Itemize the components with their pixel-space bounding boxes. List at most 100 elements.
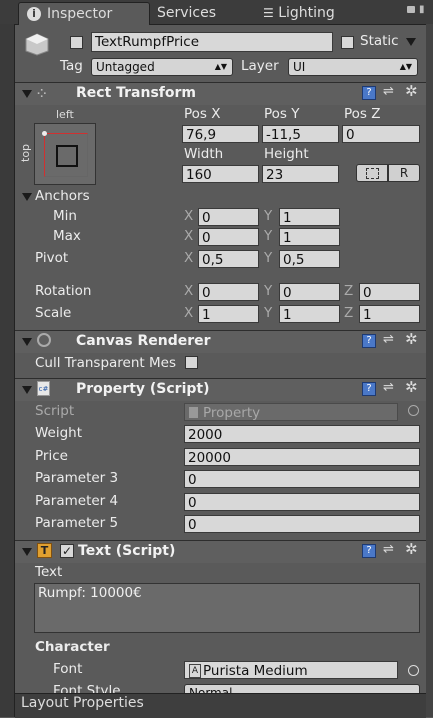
gear-icon[interactable]: ✲ <box>405 82 418 100</box>
gear-icon[interactable]: ✲ <box>405 378 418 396</box>
layer-value: UI <box>293 60 306 74</box>
max-y-label: Y <box>264 228 273 244</box>
gear-icon[interactable]: ✲ <box>405 540 418 558</box>
static-checkbox[interactable] <box>341 36 354 49</box>
script-icon: c# <box>37 381 50 396</box>
cull-transparent-checkbox[interactable] <box>185 356 198 369</box>
anchors-foldout-icon[interactable] <box>22 193 32 201</box>
rot-z-field[interactable]: 0 <box>359 283 420 301</box>
script-file-icon <box>189 407 198 418</box>
text-enabled-checkbox[interactable]: ✓ <box>60 544 74 558</box>
parameter-5-field[interactable]: 0 <box>184 515 420 533</box>
tag-dropdown[interactable]: Untagged ▲▼ <box>91 58 233 76</box>
min-y-field[interactable]: 1 <box>279 208 340 226</box>
tab-lighting[interactable]: ☰ Lighting <box>263 2 335 24</box>
width-field[interactable]: 160 <box>182 165 259 183</box>
pos-x-field[interactable]: 76,9 <box>182 125 259 143</box>
rot-x-field[interactable]: 0 <box>198 283 259 301</box>
pos-z-field[interactable]: 0 <box>342 125 420 143</box>
preset-icon[interactable]: ⇌ <box>383 84 394 99</box>
min-x-field[interactable]: 0 <box>198 208 259 226</box>
object-picker-icon[interactable] <box>408 665 419 676</box>
help-icon[interactable]: ? <box>362 544 376 558</box>
static-dropdown-icon[interactable] <box>406 38 416 46</box>
canvas-renderer-title: Canvas Renderer <box>76 333 211 349</box>
layout-properties-bar[interactable]: Layout Properties <box>15 693 426 718</box>
cull-transparent-label: Cull Transparent Mes <box>35 355 176 371</box>
anchor-presets-button[interactable] <box>34 123 96 185</box>
weight-field[interactable]: 2000 <box>184 425 420 443</box>
layout-properties-label: Layout Properties <box>21 695 144 711</box>
active-checkbox[interactable] <box>70 36 83 49</box>
pivot-label: Pivot <box>35 250 69 266</box>
preset-icon[interactable]: ⇌ <box>383 542 394 557</box>
tag-label: Tag <box>60 58 83 74</box>
parameter-3-field[interactable]: 0 <box>184 470 420 488</box>
text-component-icon: T <box>37 543 52 558</box>
max-x-field[interactable]: 0 <box>198 228 259 246</box>
property-script-title: Property (Script) <box>76 381 210 397</box>
script-value: Property <box>203 405 261 421</box>
scale-z-field[interactable]: 1 <box>359 305 420 323</box>
text-area[interactable]: Rumpf: 10000€ <box>34 583 420 633</box>
price-field[interactable]: 20000 <box>184 448 420 466</box>
help-icon[interactable]: ? <box>362 86 376 100</box>
help-icon[interactable]: ? <box>362 334 376 348</box>
layer-dropdown[interactable]: UI ▲▼ <box>288 58 418 76</box>
scale-x-field[interactable]: 1 <box>198 305 259 323</box>
collapse-icon[interactable] <box>22 90 32 98</box>
parameter-4-label: Parameter 4 <box>35 493 119 509</box>
pos-z-label: Pos Z <box>344 106 381 122</box>
pos-y-label: Pos Y <box>264 106 300 122</box>
tab-inspector[interactable]: i Inspector <box>18 2 150 25</box>
preset-icon[interactable]: ⇌ <box>383 380 394 395</box>
object-name-field[interactable]: TextRumpfPrice <box>91 32 333 52</box>
collapse-icon[interactable] <box>22 548 32 556</box>
blueprint-mode-button[interactable] <box>356 164 388 182</box>
scrollbar[interactable] <box>426 24 433 717</box>
object-picker-icon[interactable] <box>408 405 419 416</box>
weight-label: Weight <box>35 425 83 441</box>
blueprint-icon <box>366 168 379 179</box>
rect-transform-title: Rect Transform <box>76 85 197 101</box>
dropdown-arrow-icon: ▲▼ <box>399 62 412 71</box>
lock-icon[interactable] <box>407 6 415 13</box>
anchor-point <box>42 131 47 136</box>
help-icon[interactable]: ? <box>362 382 376 396</box>
raw-edit-button[interactable]: R <box>388 164 420 182</box>
pivot-y-field[interactable]: 0,5 <box>279 250 340 268</box>
min-x-label: X <box>184 208 194 224</box>
price-label: Price <box>35 448 68 464</box>
pos-y-field[interactable]: -11,5 <box>262 125 339 143</box>
max-y-field[interactable]: 1 <box>279 228 340 246</box>
script-field: Property <box>184 403 398 421</box>
text-label: Text <box>35 564 63 580</box>
collapse-icon[interactable] <box>22 386 32 394</box>
gameobject-icon <box>24 32 50 56</box>
rot-z-label: Z <box>344 283 354 299</box>
menu-icon[interactable]: ▮ <box>419 4 425 15</box>
scale-y-field[interactable]: 1 <box>279 305 340 323</box>
height-field[interactable]: 23 <box>262 165 339 183</box>
collapse-icon[interactable] <box>22 338 32 346</box>
scale-label: Scale <box>35 305 72 321</box>
pivot-x-field[interactable]: 0,5 <box>198 250 259 268</box>
scale-y-label: Y <box>264 305 273 321</box>
gear-icon[interactable]: ✲ <box>405 330 418 348</box>
left-panel-edge <box>0 24 15 717</box>
scale-x-label: X <box>184 305 194 321</box>
text-script-title: Text (Script) <box>78 543 176 559</box>
canvas-renderer-icon <box>37 333 51 347</box>
min-y-label: Y <box>264 208 273 224</box>
font-label: Font <box>53 661 83 677</box>
parameter-4-field[interactable]: 0 <box>184 493 420 511</box>
font-field[interactable]: A Purista Medium <box>184 661 398 679</box>
rot-y-field[interactable]: 0 <box>279 283 340 301</box>
preset-icon[interactable]: ⇌ <box>383 332 394 347</box>
tab-services[interactable]: Services <box>157 2 216 24</box>
pos-x-label: Pos X <box>184 106 221 122</box>
lighting-icon: ☰ <box>263 6 274 20</box>
max-label: Max <box>53 228 81 244</box>
parameter-3-label: Parameter 3 <box>35 470 119 486</box>
scale-z-label: Z <box>344 305 354 321</box>
